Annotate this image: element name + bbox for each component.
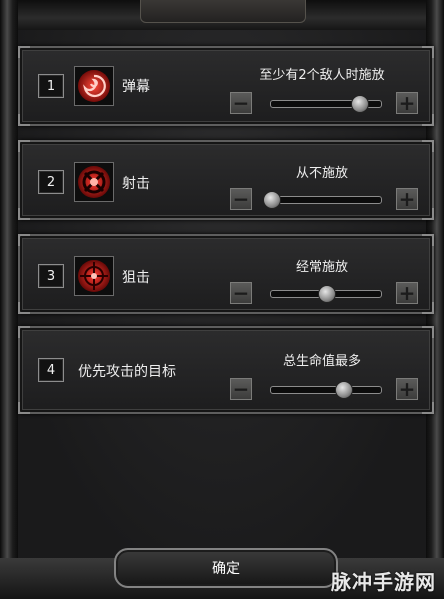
increase-button[interactable]: +: [396, 188, 418, 210]
increase-button[interactable]: +: [396, 378, 418, 400]
title-plate: [140, 0, 306, 23]
skill-name: 弹幕: [122, 79, 150, 95]
priority-value: 总生命值最多: [282, 354, 361, 369]
panel-number: 1: [38, 74, 64, 98]
decrease-button[interactable]: −: [230, 378, 252, 400]
skill-name: 射击: [122, 176, 150, 192]
cast-condition: 经常施放: [295, 260, 348, 275]
target-priority-panel: 4 优先攻击的目标 总生命值最多 − +: [18, 326, 434, 414]
cast-condition: 至少有2个敌人时施放: [259, 68, 385, 83]
increase-button[interactable]: +: [396, 282, 418, 304]
decrease-button[interactable]: −: [230, 92, 252, 114]
skill-panel-snipe: 3 狙击 经常施放 − +: [18, 234, 434, 314]
crosshair-x-icon: [74, 162, 114, 202]
slider-knob[interactable]: [263, 191, 281, 209]
slider-knob[interactable]: [318, 285, 336, 303]
skill-name: 狙击: [122, 270, 150, 286]
skill-panel-barrage: 1 弹幕 至少有2个敌人时施放 − +: [18, 46, 434, 126]
condition-slider[interactable]: [263, 191, 382, 209]
slider-knob[interactable]: [351, 95, 369, 113]
condition-slider[interactable]: [270, 95, 382, 113]
priority-slider[interactable]: [270, 381, 382, 399]
cast-condition: 从不施放: [295, 166, 348, 181]
condition-slider[interactable]: [270, 285, 382, 303]
priority-label: 优先攻击的目标: [78, 364, 176, 380]
skill-panel-shoot: 2 射击 从不施放 − +: [18, 140, 434, 220]
decrease-button[interactable]: −: [230, 282, 252, 304]
decrease-button[interactable]: −: [230, 188, 252, 210]
panel-number: 4: [38, 358, 64, 382]
panel-number: 3: [38, 264, 64, 288]
confirm-button[interactable]: 确定: [114, 548, 338, 588]
target-icon: [74, 256, 114, 296]
swirl-icon: [74, 66, 114, 106]
frame-border-left: [0, 0, 18, 560]
increase-button[interactable]: +: [396, 92, 418, 114]
panel-number: 2: [38, 170, 64, 194]
slider-knob[interactable]: [334, 381, 353, 399]
watermark-text: 脉冲手游网: [331, 570, 436, 594]
